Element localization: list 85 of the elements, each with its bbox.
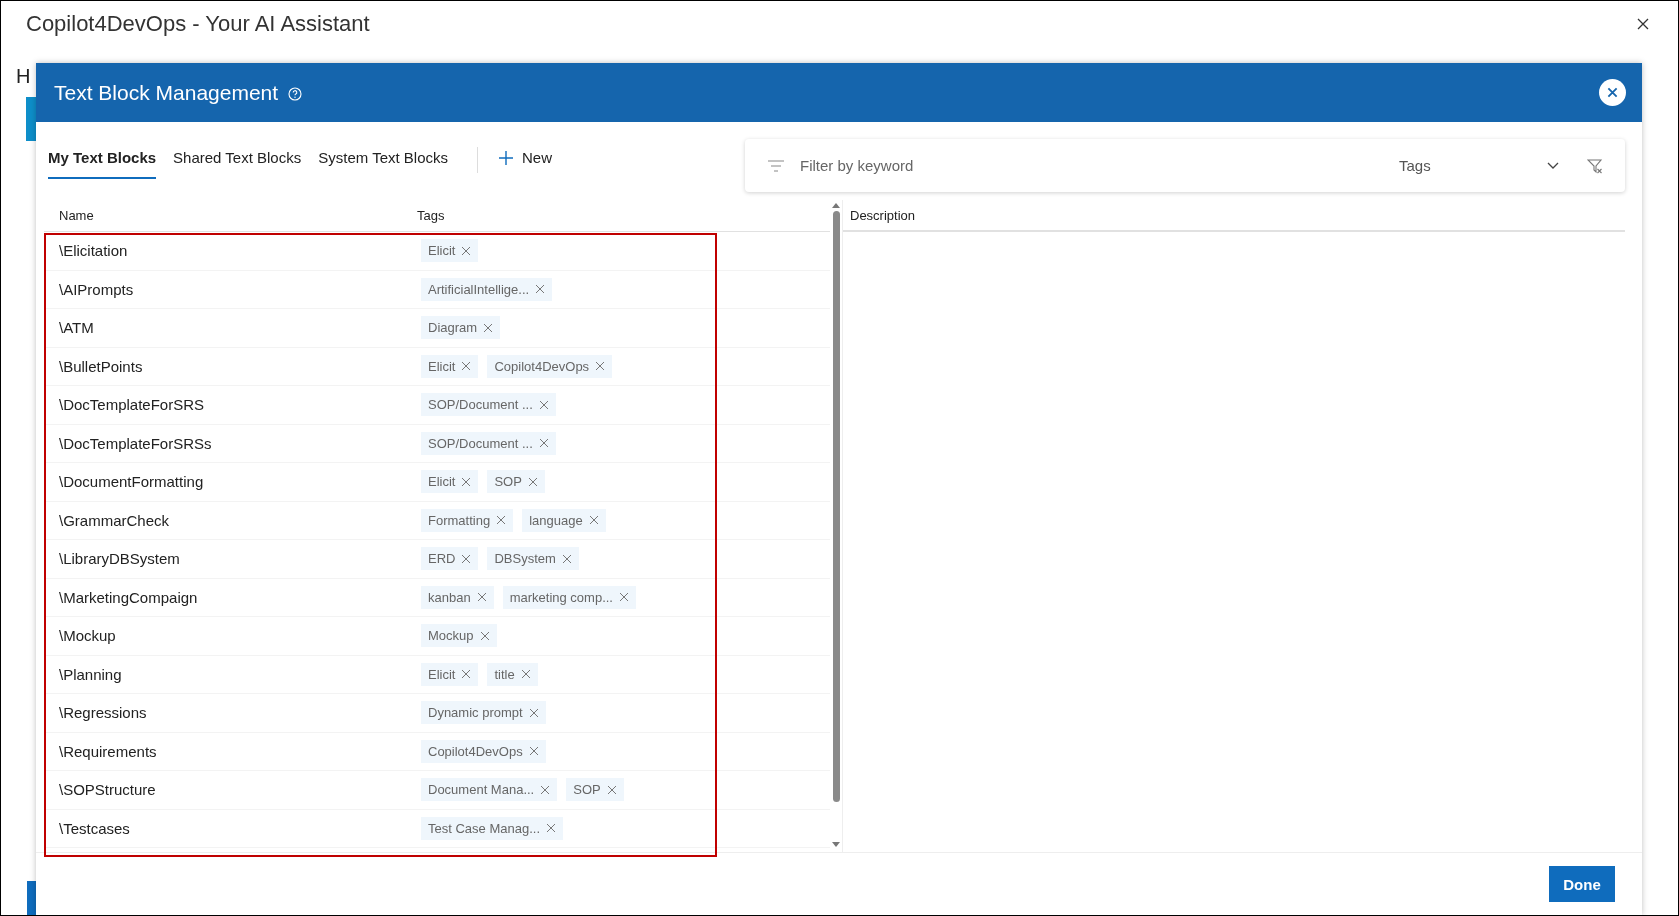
text-block-name[interactable]: \ATM — [59, 319, 421, 337]
window-title: Copilot4DevOps - Your AI Assistant — [26, 11, 370, 37]
remove-icon[interactable] — [520, 669, 531, 680]
scroll-up-icon[interactable] — [832, 202, 840, 208]
tag-chip: Test Case Manag... — [421, 816, 563, 840]
help-icon[interactable] — [288, 87, 303, 101]
remove-icon[interactable] — [540, 784, 551, 795]
text-block-name[interactable]: \Testcases — [59, 819, 421, 837]
text-block-name[interactable]: \Requirements — [59, 742, 421, 760]
tag-chip: Elicit — [421, 239, 479, 263]
tab[interactable]: My Text Blocks — [48, 145, 157, 179]
tags-dropdown[interactable]: Tags — [1399, 157, 1559, 174]
dialog-title: Text Block Management — [54, 80, 279, 105]
tag-chip: SOP/Document ... — [421, 393, 556, 417]
filter-icon — [768, 159, 784, 172]
remove-icon[interactable] — [461, 669, 472, 680]
tag-chip: ArtificialIntellige... — [421, 277, 553, 301]
tag-chip: Diagram — [421, 316, 501, 340]
text-block-name[interactable]: \DocumentFormatting — [59, 473, 421, 491]
tag-chip: Copilot4DevOps — [487, 354, 613, 378]
text-block-name[interactable]: \LibraryDBSystem — [59, 550, 421, 568]
text-block-name[interactable]: \Elicitation — [59, 242, 421, 260]
column-header: Description — [850, 207, 916, 223]
remove-icon[interactable] — [619, 592, 629, 603]
remove-icon[interactable] — [461, 553, 472, 564]
column-header: Tags — [417, 208, 446, 223]
remove-icon[interactable] — [527, 476, 538, 487]
remove-icon[interactable] — [496, 515, 507, 526]
text-block-name[interactable]: \Regressions — [59, 704, 421, 722]
tag-chip: ERD — [421, 547, 479, 571]
tag-chip: SOP — [487, 470, 545, 494]
tag-chip: Mockup — [421, 624, 497, 648]
text-block-name[interactable]: \AIPrompts — [59, 280, 421, 298]
text-block-name[interactable]: \Planning — [59, 665, 421, 683]
remove-icon[interactable] — [538, 399, 549, 410]
text-block-name[interactable]: \SOPStructure — [59, 781, 421, 799]
text-block-name[interactable]: \GrammarCheck — [59, 511, 421, 529]
sidebar-strip — [26, 97, 36, 141]
tag-chip: SOP — [566, 778, 624, 802]
tag-chip: language — [522, 508, 606, 532]
remove-icon[interactable] — [528, 707, 539, 718]
text-block-name[interactable]: \BulletPoints — [59, 357, 421, 375]
tag-chip: Copilot4DevOps — [421, 739, 546, 763]
tag-chip: kanban — [421, 585, 494, 609]
tag-chip: marketing comp... — [502, 585, 636, 609]
remove-icon[interactable] — [561, 553, 572, 564]
tag-chip: title — [487, 662, 538, 686]
tag-chip: Formatting — [421, 508, 514, 532]
text-block-name[interactable]: \DocTemplateForSRSs — [59, 434, 421, 452]
tab[interactable]: System Text Blocks — [318, 145, 448, 179]
text-block-name[interactable]: \DocTemplateForSRS — [59, 396, 421, 414]
tag-chip: Elicit — [421, 354, 479, 378]
remove-icon[interactable] — [546, 823, 556, 834]
chevron-down-icon — [1547, 161, 1559, 170]
scroll-down-icon[interactable] — [832, 842, 840, 848]
remove-icon[interactable] — [538, 438, 549, 449]
remove-icon[interactable] — [588, 515, 599, 526]
done-button[interactable]: Done — [1549, 866, 1615, 902]
remove-icon[interactable] — [606, 784, 617, 795]
remove-icon[interactable] — [461, 245, 472, 256]
close-icon — [1607, 87, 1618, 98]
tag-chip: Dynamic prompt — [421, 701, 546, 725]
remove-icon[interactable] — [461, 361, 472, 372]
text-block-name[interactable]: \MarketingCompaign — [59, 588, 421, 606]
clear-filter-icon[interactable] — [1587, 157, 1603, 174]
tag-chip: SOP/Document ... — [421, 431, 556, 455]
plus-icon — [498, 149, 514, 166]
remove-icon[interactable] — [479, 630, 490, 641]
tag-chip: Elicit — [421, 470, 479, 494]
remove-icon[interactable] — [528, 746, 539, 757]
remove-icon[interactable] — [461, 476, 472, 487]
page-heading: H — [16, 64, 31, 89]
close-icon[interactable] — [1637, 18, 1649, 30]
remove-icon[interactable] — [476, 592, 487, 603]
tag-chip: Elicit — [421, 662, 479, 686]
tag-chip: DBSystem — [487, 547, 579, 571]
new-button[interactable]: New — [498, 145, 552, 170]
tab[interactable]: Shared Text Blocks — [173, 145, 302, 179]
text-block-name[interactable]: \Mockup — [59, 627, 421, 645]
remove-icon[interactable] — [535, 284, 546, 295]
column-header: Name — [59, 208, 95, 223]
remove-icon[interactable] — [483, 322, 494, 333]
tag-chip: Document Mana... — [421, 778, 558, 802]
close-button[interactable] — [1599, 79, 1626, 106]
remove-icon[interactable] — [595, 361, 606, 372]
